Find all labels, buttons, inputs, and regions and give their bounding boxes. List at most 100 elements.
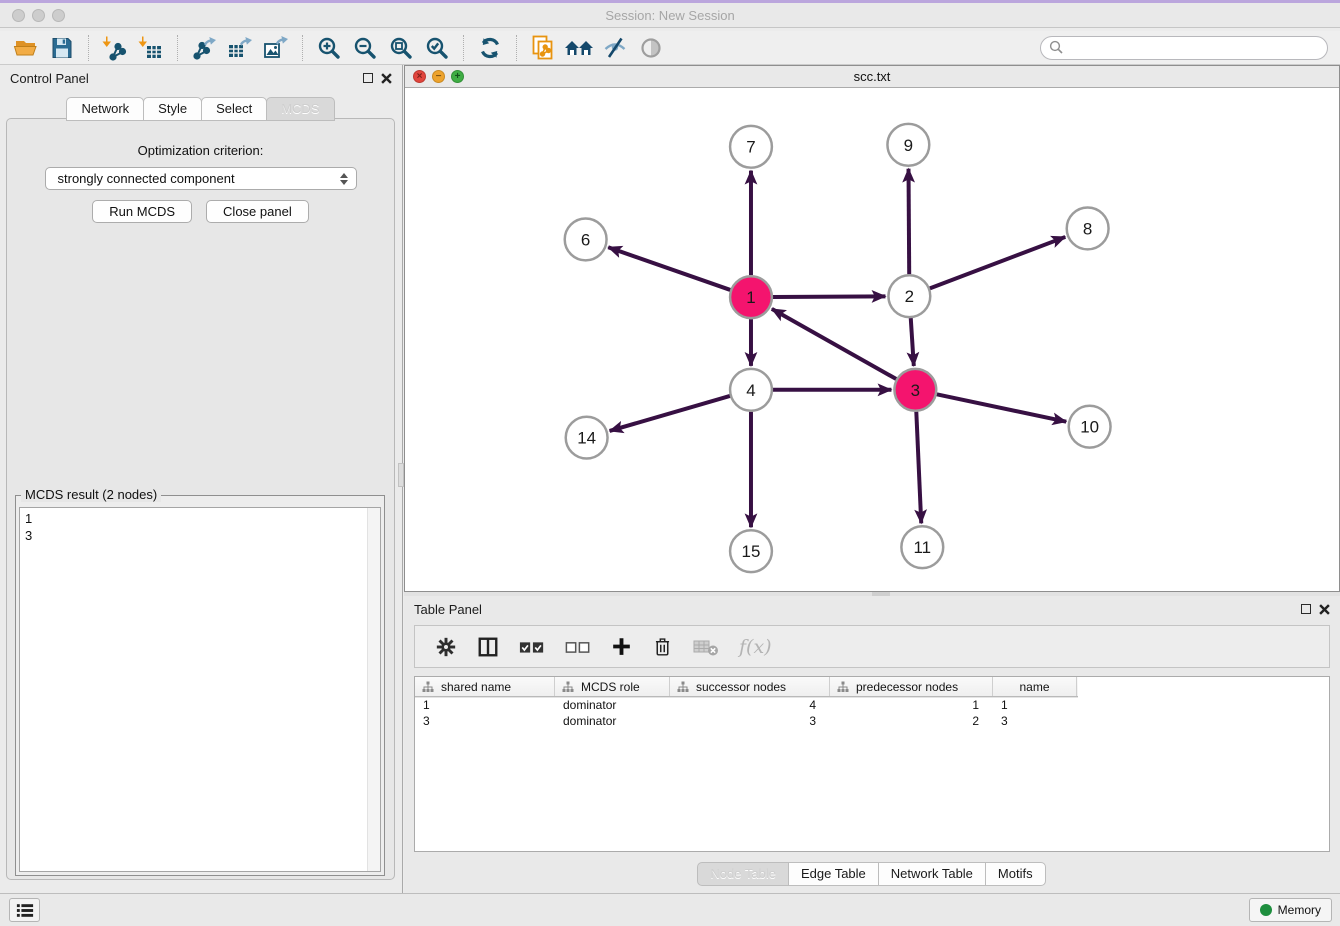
- tab-network[interactable]: Network: [66, 97, 144, 121]
- delete-column-icon[interactable]: [652, 636, 673, 657]
- run-mcds-button[interactable]: Run MCDS: [92, 200, 192, 223]
- float-table-panel-icon[interactable]: [1301, 604, 1311, 614]
- export-network-icon[interactable]: [186, 33, 222, 63]
- graph-node-2[interactable]: 2: [888, 275, 930, 317]
- node-table[interactable]: shared nameMCDS rolesuccessor nodesprede…: [414, 676, 1330, 852]
- memory-button[interactable]: Memory: [1249, 898, 1332, 922]
- table-settings-gear-icon[interactable]: [435, 636, 457, 658]
- graph-edge-3-10[interactable]: [937, 394, 1066, 421]
- status-bar: Memory: [0, 893, 1340, 926]
- graph-node-4[interactable]: 4: [730, 369, 772, 411]
- graph-edge-2-9[interactable]: [909, 169, 910, 275]
- graph-node-10[interactable]: 10: [1069, 406, 1111, 448]
- graph-edge-1-2[interactable]: [773, 296, 886, 297]
- graph-node-7[interactable]: 7: [730, 126, 772, 168]
- column-header-shared-name[interactable]: shared name: [415, 677, 555, 696]
- zoom-fit-icon[interactable]: [383, 33, 419, 63]
- show-hidden-icon[interactable]: [633, 33, 669, 63]
- close-view-icon[interactable]: ×: [413, 70, 426, 83]
- hierarchy-icon: [837, 681, 849, 693]
- close-panel-icon[interactable]: [381, 73, 392, 84]
- table-panel-title: Table Panel: [414, 602, 482, 617]
- column-header-MCDS-role[interactable]: MCDS role: [555, 677, 670, 696]
- graph-node-14[interactable]: 14: [566, 417, 608, 459]
- graph-edge-3-11[interactable]: [916, 412, 921, 524]
- column-header-predecessor-nodes[interactable]: predecessor nodes: [830, 677, 993, 696]
- graph-edge-4-14[interactable]: [610, 396, 730, 431]
- save-session-icon[interactable]: [44, 33, 80, 63]
- table-cell: 1: [830, 697, 993, 713]
- graph-node-3[interactable]: 3: [894, 369, 936, 411]
- formula-icon[interactable]: f(x): [739, 636, 772, 658]
- network-title: scc.txt: [405, 69, 1339, 84]
- table-row[interactable]: 1dominator411: [415, 697, 1329, 713]
- delete-table-icon[interactable]: [693, 637, 719, 657]
- graph-edge-2-8[interactable]: [930, 237, 1065, 288]
- refresh-layout-icon[interactable]: [472, 33, 508, 63]
- unselect-all-columns-icon[interactable]: [565, 638, 591, 656]
- table-row[interactable]: 3dominator323: [415, 713, 1329, 729]
- column-header-name[interactable]: name: [993, 677, 1077, 696]
- table-cell: 3: [670, 713, 830, 729]
- graph-node-15[interactable]: 15: [730, 530, 772, 572]
- network-graph[interactable]: 7 9 6 8 1 2 4 3 14 10 15 11: [405, 89, 1339, 591]
- mcds-result-group: MCDS result (2 nodes) 1 3: [15, 495, 385, 876]
- memory-status-icon: [1260, 904, 1272, 916]
- import-network-icon[interactable]: [97, 33, 133, 63]
- export-image-icon[interactable]: [258, 33, 294, 63]
- table-tab-node-table[interactable]: Node Table: [697, 862, 789, 886]
- table-cell: 4: [670, 697, 830, 713]
- table-cell: 1: [993, 697, 1077, 713]
- add-column-icon[interactable]: [611, 636, 632, 657]
- network-canvas[interactable]: 7 9 6 8 1 2 4 3 14 10 15 11: [405, 89, 1339, 591]
- table-tab-motifs[interactable]: Motifs: [985, 862, 1046, 886]
- hide-selected-icon[interactable]: [597, 33, 633, 63]
- graph-edge-3-1[interactable]: [772, 309, 896, 379]
- graph-edge-2-3[interactable]: [911, 318, 914, 366]
- select-all-columns-icon[interactable]: [519, 638, 545, 656]
- column-header-successor-nodes[interactable]: successor nodes: [670, 677, 830, 696]
- open-session-icon[interactable]: [8, 33, 44, 63]
- import-table-icon[interactable]: [133, 33, 169, 63]
- graph-node-1[interactable]: 1: [730, 276, 772, 318]
- zoom-out-icon[interactable]: [347, 33, 383, 63]
- show-columns-icon[interactable]: [477, 636, 499, 658]
- chevron-up-down-icon: [340, 173, 348, 185]
- tab-style[interactable]: Style: [143, 97, 202, 121]
- zoom-selected-icon[interactable]: [419, 33, 455, 63]
- mcds-result-textarea[interactable]: 1 3: [19, 507, 381, 872]
- right-column: × − + scc.txt 7968124314101511 Table Pan…: [404, 65, 1340, 893]
- mcds-result-values: 1 3: [20, 508, 366, 871]
- memory-label: Memory: [1278, 903, 1321, 917]
- table-tab-network-table[interactable]: Network Table: [878, 862, 986, 886]
- zoom-in-icon[interactable]: [311, 33, 347, 63]
- search-field[interactable]: [1040, 36, 1328, 60]
- svg-text:7: 7: [746, 138, 755, 157]
- control-panel-header: Control Panel: [0, 65, 402, 91]
- close-panel-button[interactable]: Close panel: [206, 200, 309, 223]
- minimize-view-icon[interactable]: −: [432, 70, 445, 83]
- graph-node-6[interactable]: 6: [565, 218, 607, 260]
- clone-network-icon[interactable]: [525, 33, 561, 63]
- graph-edge-1-6[interactable]: [608, 247, 730, 290]
- table-toolbar: f(x): [414, 625, 1330, 668]
- graph-node-9[interactable]: 9: [887, 124, 929, 166]
- optimization-criterion-select[interactable]: strongly connected component: [45, 167, 357, 190]
- first-neighbors-icon[interactable]: [561, 33, 597, 63]
- task-history-button[interactable]: [9, 898, 40, 922]
- graph-node-8[interactable]: 8: [1067, 208, 1109, 250]
- svg-text:1: 1: [746, 288, 755, 307]
- close-table-panel-icon[interactable]: [1319, 604, 1330, 615]
- export-table-icon[interactable]: [222, 33, 258, 63]
- search-input[interactable]: [1064, 41, 1319, 55]
- float-panel-icon[interactable]: [363, 73, 373, 83]
- maximize-view-icon[interactable]: +: [451, 70, 464, 83]
- graph-node-11[interactable]: 11: [901, 526, 943, 568]
- result-scrollbar[interactable]: [367, 508, 380, 871]
- tab-mcds[interactable]: MCDS: [266, 97, 334, 121]
- tab-select[interactable]: Select: [201, 97, 267, 121]
- svg-text:4: 4: [746, 381, 755, 400]
- table-tab-edge-table[interactable]: Edge Table: [788, 862, 879, 886]
- hierarchy-icon: [562, 681, 574, 693]
- toolbar-separator: [302, 35, 303, 61]
